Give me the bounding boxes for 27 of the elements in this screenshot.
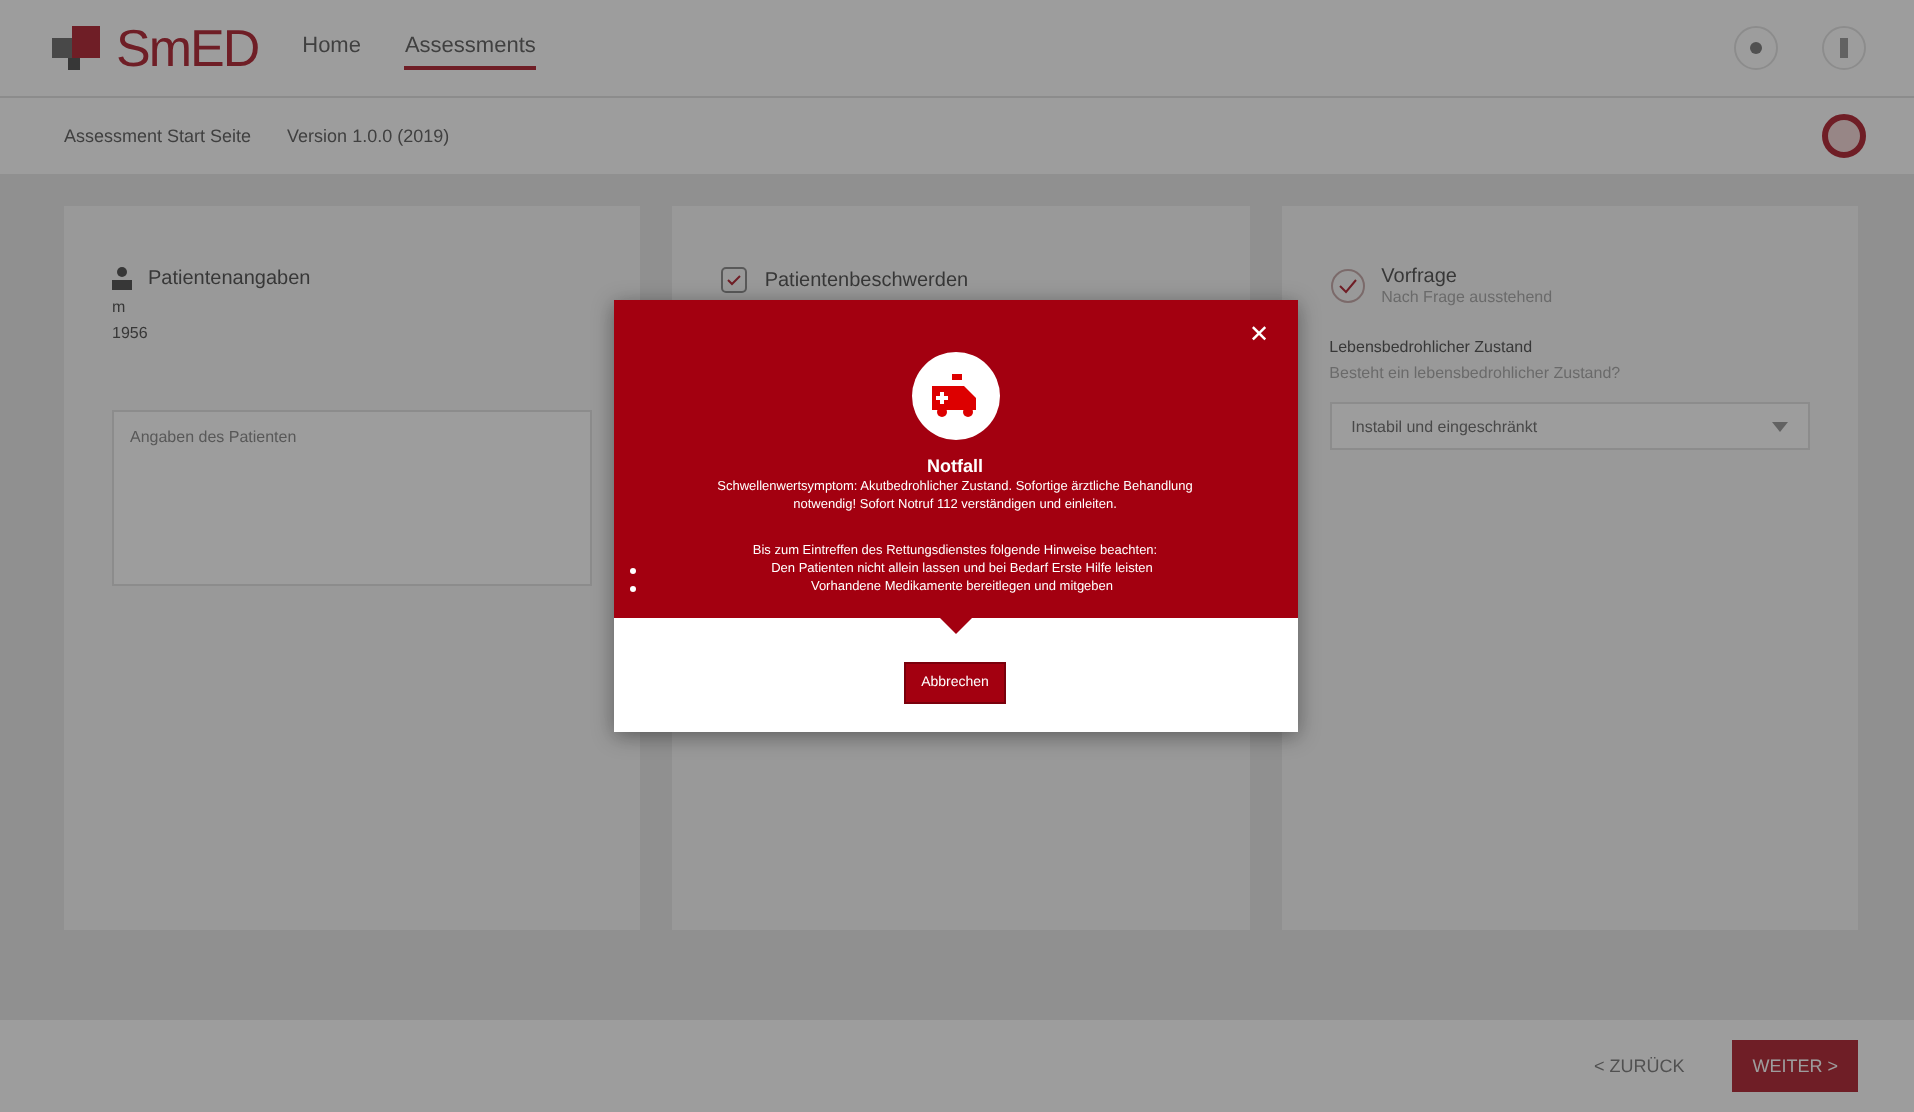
person-icon [112,266,132,290]
close-button[interactable]: ✕ [1249,320,1269,348]
answer-dropdown[interactable]: Instabil und eingeschränkt [1329,402,1810,450]
bullet-icon [629,568,635,574]
patient-detail: 1956 [112,324,150,342]
ambulance-icon [911,352,999,440]
user-button[interactable] [1822,26,1866,70]
patient-detail: m [112,298,128,316]
card-title: Patientenbeschwerden [764,269,969,291]
nav-link[interactable]: Assessments [404,26,536,70]
caret-icon [1772,421,1788,431]
card-title: Patientenangaben [148,267,311,289]
check-circle-icon [1329,268,1366,304]
checklist-icon [720,266,749,294]
next-button[interactable]: WEITER > [1732,1040,1858,1092]
alert-button[interactable] [1822,114,1866,158]
card-title: Vorfrage [1381,266,1459,288]
settings-button[interactable] [1734,26,1778,70]
logo-text: SmED [116,17,259,79]
breadcrumb: Assessment Start Seite [64,126,252,146]
alert-title: Notfall [927,456,983,476]
question-label: Lebensbedrohlicher Zustand [1329,338,1535,356]
notes-field[interactable]: Angaben des Patienten [112,410,593,586]
nav-link[interactable]: Home [302,26,361,70]
bullet-icon [629,586,635,592]
back-button[interactable]: < ZURÜCK [1581,1054,1697,1078]
version-text: Version 1.0.0 (2019) [287,126,450,146]
